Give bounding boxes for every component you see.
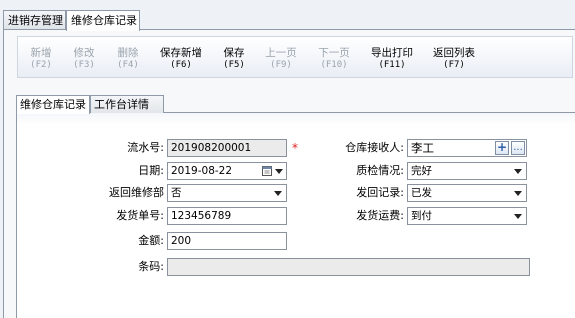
back-to-list-button[interactable]: 返回列表 (F7): [430, 47, 478, 71]
save-button[interactable]: 保存 (F5): [220, 47, 248, 71]
add-button-label: 新增: [30, 47, 52, 59]
serial-field: 201908200001: [167, 139, 287, 157]
tab-workbench-details[interactable]: 工作台详情: [90, 95, 164, 113]
prev-page-button[interactable]: 上一页 (F9): [263, 47, 299, 71]
freight-label: 发货运费:: [356, 209, 404, 222]
export-print-button-label: 导出打印: [371, 47, 413, 59]
save-button-label: 保存: [223, 47, 245, 59]
freight-value: 到付: [411, 210, 432, 222]
add-button-key: (F2): [30, 60, 52, 70]
add-receiver-icon[interactable]: +: [495, 141, 509, 155]
export-print-button[interactable]: 导出打印 (F11): [368, 47, 416, 71]
delete-button[interactable]: 删除 (F4): [114, 47, 142, 71]
chevron-down-icon: [514, 191, 522, 196]
edit-button[interactable]: 修改 (F3): [70, 47, 98, 71]
return-record-label: 发回记录:: [356, 186, 404, 199]
tab-repair-record-form[interactable]: 维修仓库记录: [16, 95, 90, 114]
shipment-no-label: 发货单号:: [116, 209, 164, 222]
freight-select[interactable]: 到付: [407, 207, 527, 225]
save-button-key: (F5): [223, 60, 245, 70]
back-to-list-button-label: 返回列表: [433, 47, 475, 59]
more-options-icon[interactable]: ...: [511, 141, 525, 155]
delete-button-label: 删除: [117, 47, 139, 59]
next-page-button-label: 下一页: [318, 47, 350, 59]
return-record-select[interactable]: 已发: [407, 184, 527, 202]
chevron-down-icon[interactable]: [275, 169, 283, 174]
delete-button-key: (F4): [117, 60, 139, 70]
prev-page-button-label: 上一页: [265, 47, 297, 59]
chevron-down-icon: [514, 169, 522, 174]
qc-select[interactable]: 完好: [407, 162, 527, 180]
return-dept-value: 否: [171, 187, 182, 199]
amount-label: 金额:: [138, 234, 164, 247]
return-dept-label: 返回维修部: [109, 186, 164, 199]
tab-repair-warehouse-record[interactable]: 维修仓库记录: [66, 10, 140, 31]
qc-value: 完好: [411, 165, 432, 177]
next-page-button-key: (F10): [320, 60, 348, 70]
add-button[interactable]: 新增 (F2): [28, 47, 54, 71]
barcode-label: 条码:: [138, 260, 164, 273]
prev-page-button-key: (F9): [270, 60, 292, 70]
calendar-icon[interactable]: [262, 165, 272, 181]
date-picker[interactable]: 2019-08-22: [167, 162, 287, 180]
panel-header-band: [17, 113, 575, 125]
save-new-button-label: 保存新增: [160, 47, 202, 59]
receiver-input[interactable]: 李工: [407, 139, 527, 157]
shipment-no-input[interactable]: 123456789: [167, 207, 287, 225]
tab-inventory-management[interactable]: 进销存管理: [3, 10, 66, 30]
return-record-value: 已发: [411, 187, 432, 199]
date-label: 日期:: [138, 164, 164, 177]
amount-input[interactable]: 200: [167, 232, 287, 250]
edit-button-key: (F3): [73, 60, 95, 70]
return-dept-select[interactable]: 否: [167, 184, 287, 202]
barcode-input[interactable]: [167, 258, 530, 276]
date-value: 2019-08-22: [171, 165, 233, 177]
back-to-list-button-key: (F7): [443, 60, 465, 70]
save-new-button[interactable]: 保存新增 (F6): [158, 47, 204, 71]
serial-label: 流水号:: [127, 141, 164, 154]
required-mark: *: [292, 141, 298, 155]
chevron-down-icon: [514, 214, 522, 219]
chevron-down-icon: [274, 191, 282, 196]
receiver-label: 仓库接收人:: [345, 141, 404, 154]
qc-label: 质检情况:: [356, 164, 404, 177]
save-new-button-key: (F6): [170, 60, 192, 70]
next-page-button[interactable]: 下一页 (F10): [316, 47, 352, 71]
export-print-button-key: (F11): [378, 60, 406, 70]
edit-button-label: 修改: [73, 47, 95, 59]
